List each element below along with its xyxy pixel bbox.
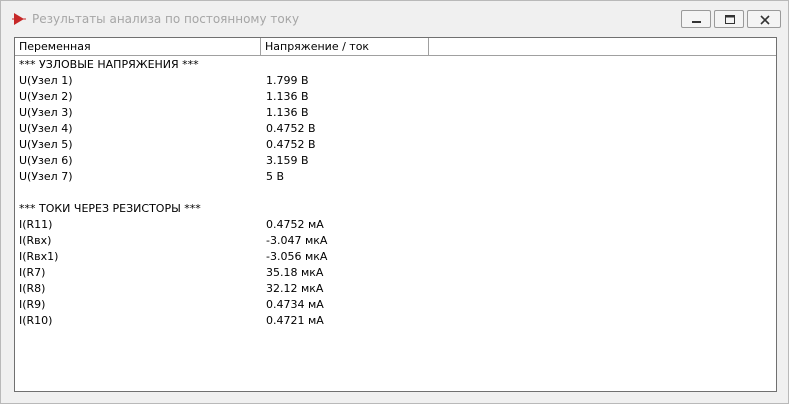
maximize-button[interactable] <box>714 10 744 28</box>
value-cell: 32.12 мкА <box>266 282 324 295</box>
column-header-value[interactable]: Напряжение / ток <box>261 38 429 55</box>
list-item[interactable]: U(Узел 6) 3.159 В <box>15 153 776 169</box>
list-item[interactable]: I(R8) 32.12 мкА <box>15 281 776 297</box>
variable-cell: U(Узел 5) <box>19 138 73 151</box>
list-rows: *** УЗЛОВЫЕ НАПРЯЖЕНИЯ *** U(Узел 1) 1.799… <box>15 57 776 329</box>
value-cell: 0.4734 мА <box>266 298 324 311</box>
value-cell: 1.799 В <box>266 74 309 87</box>
close-button[interactable] <box>747 10 781 28</box>
variable-cell: U(Узел 4) <box>19 122 73 135</box>
variable-cell: I(R11) <box>19 218 53 231</box>
variable-cell: U(Узел 2) <box>19 90 73 103</box>
value-cell: 0.4721 мА <box>266 314 324 327</box>
value-cell: 1.136 В <box>266 106 309 119</box>
value-cell: 0.4752 мА <box>266 218 324 231</box>
dc-analysis-window: Результаты анализа по постоянному току П… <box>0 0 789 404</box>
value-cell: -3.056 мкА <box>266 250 328 263</box>
app-logo-icon <box>12 13 26 25</box>
value-cell: 5 В <box>266 170 285 183</box>
variable-cell: I(R7) <box>19 266 46 279</box>
list-item[interactable]: I(Rвх) -3.047 мкА <box>15 233 776 249</box>
minimize-icon <box>692 21 701 23</box>
list-item[interactable]: U(Узел 1) 1.799 В <box>15 73 776 89</box>
title-bar[interactable]: Результаты анализа по постоянному току <box>1 1 788 35</box>
list-item[interactable]: U(Узел 5) 0.4752 В <box>15 137 776 153</box>
list-item[interactable] <box>15 185 776 201</box>
variable-cell: I(Rвх) <box>19 234 52 247</box>
value-cell: 0.4752 В <box>266 122 316 135</box>
value-cell: 1.136 В <box>266 90 309 103</box>
value-cell: 3.159 В <box>266 154 309 167</box>
list-item[interactable]: I(R7) 35.18 мкА <box>15 265 776 281</box>
maximize-icon <box>725 15 735 24</box>
variable-cell: *** ТОКИ ЧЕРЕЗ РЕЗИСТОРЫ *** <box>19 202 201 215</box>
variable-cell: U(Узел 3) <box>19 106 73 119</box>
variable-cell: *** УЗЛОВЫЕ НАПРЯЖЕНИЯ *** <box>19 58 199 71</box>
list-item[interactable]: I(R10) 0.4721 мА <box>15 313 776 329</box>
list-item[interactable]: I(R9) 0.4734 мА <box>15 297 776 313</box>
column-header-empty[interactable] <box>429 38 776 55</box>
list-item[interactable]: *** ТОКИ ЧЕРЕЗ РЕЗИСТОРЫ *** <box>15 201 776 217</box>
list-item[interactable]: U(Узел 2) 1.136 В <box>15 89 776 105</box>
variable-cell: I(R10) <box>19 314 53 327</box>
variable-cell: I(R9) <box>19 298 46 311</box>
variable-cell: U(Узел 7) <box>19 170 73 183</box>
column-header-variable[interactable]: Переменная <box>15 38 261 55</box>
list-item[interactable]: I(R11) 0.4752 мА <box>15 217 776 233</box>
list-item[interactable]: U(Узел 3) 1.136 В <box>15 105 776 121</box>
value-cell: 0.4752 В <box>266 138 316 151</box>
variable-cell: I(Rвх1) <box>19 250 59 263</box>
list-item[interactable]: U(Узел 4) 0.4752 В <box>15 121 776 137</box>
close-icon <box>760 15 770 25</box>
variable-cell: I(R8) <box>19 282 46 295</box>
list-item[interactable]: I(Rвх1) -3.056 мкА <box>15 249 776 265</box>
variable-cell: U(Узел 1) <box>19 74 73 87</box>
value-cell: -3.047 мкА <box>266 234 328 247</box>
window-title: Результаты анализа по постоянному току <box>32 12 300 26</box>
value-cell: 35.18 мкА <box>266 266 324 279</box>
list-item[interactable]: U(Узел 7) 5 В <box>15 169 776 185</box>
list-item[interactable]: *** УЗЛОВЫЕ НАПРЯЖЕНИЯ *** <box>15 57 776 73</box>
variable-cell: U(Узел 6) <box>19 154 73 167</box>
minimize-button[interactable] <box>681 10 711 28</box>
results-list[interactable]: Переменная Напряжение / ток *** УЗЛОВЫЕ … <box>14 37 777 392</box>
list-header: Переменная Напряжение / ток <box>15 38 776 56</box>
